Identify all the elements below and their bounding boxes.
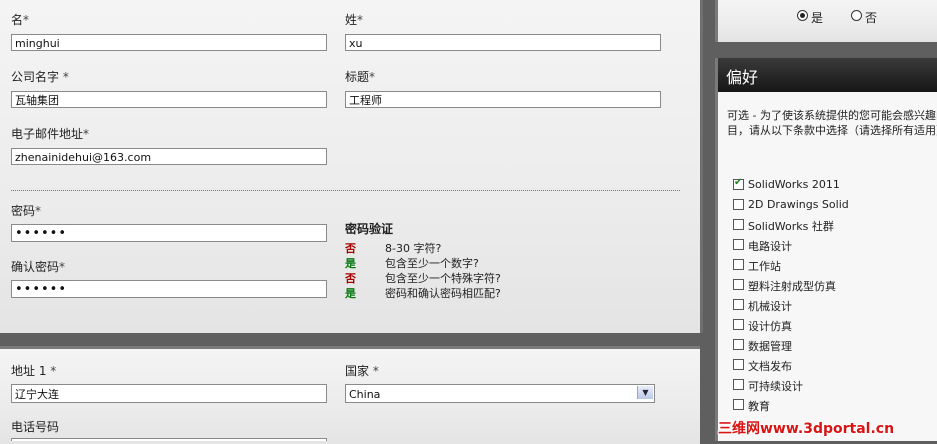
- preference-option-label: 教育: [748, 400, 770, 413]
- radio-panel: [715, 0, 937, 42]
- company-label: 公司名字 *: [11, 70, 69, 84]
- preference-option-label: 设计仿真: [748, 320, 792, 333]
- checkbox[interactable]: [733, 279, 744, 290]
- email-label: 电子邮件地址*: [11, 127, 90, 141]
- checkbox[interactable]: [733, 359, 744, 370]
- password-rule-length: 否 8-30 字符?: [345, 242, 442, 255]
- radio-yes-label: 是: [811, 11, 824, 25]
- password-rule-match: 是密码和确认密码相匹配?: [345, 287, 501, 300]
- last-name-input[interactable]: xu: [345, 34, 661, 51]
- checkbox[interactable]: [733, 379, 744, 390]
- country-select[interactable]: China ▼: [345, 384, 655, 403]
- preference-option-label: 电路设计: [748, 240, 792, 253]
- email-input[interactable]: zhenainidehui@163.com: [11, 148, 327, 165]
- preference-option-label: 机械设计: [748, 300, 792, 313]
- rule-status: 是: [345, 287, 356, 300]
- preference-option-label: 工作站: [748, 260, 781, 273]
- preference-option-label: 数据管理: [748, 340, 792, 353]
- phone-label: 电话号码: [11, 420, 60, 434]
- job-title-label: 标题*: [345, 70, 376, 84]
- preferences-header: 偏好: [715, 58, 937, 92]
- company-input[interactable]: 瓦轴集团: [11, 91, 327, 108]
- preference-option-label: 可持续设计: [748, 380, 803, 393]
- checkbox[interactable]: [733, 259, 744, 270]
- radio-yes[interactable]: [797, 10, 808, 21]
- preference-option-label: SolidWorks 2011: [748, 178, 840, 191]
- country-label: 国家 *: [345, 364, 379, 378]
- preferences-title: 偏好: [726, 68, 759, 87]
- job-title-input[interactable]: 工程师: [345, 91, 661, 108]
- watermark: 三维网www.3dportal.cn: [718, 421, 895, 437]
- password-rule-digit: 是包含至少一个数字?: [345, 257, 479, 270]
- preference-option-label: 文档发布: [748, 360, 792, 373]
- checkbox[interactable]: [733, 299, 744, 310]
- checkbox[interactable]: [733, 399, 744, 410]
- country-select-value: China: [349, 388, 381, 401]
- first-name-label: 名*: [11, 13, 30, 27]
- checkbox-checked[interactable]: [733, 177, 744, 190]
- password-label: 密码*: [11, 204, 42, 218]
- rule-status: 否: [345, 272, 356, 285]
- checkbox[interactable]: [733, 319, 744, 330]
- checkbox[interactable]: [733, 339, 744, 350]
- checkbox[interactable]: [733, 199, 744, 210]
- preference-option-label: 塑料注射成型仿真: [748, 280, 836, 293]
- address1-input[interactable]: 辽宁大连: [11, 384, 327, 403]
- last-name-label: 姓*: [345, 13, 364, 27]
- rule-status: 是: [345, 257, 356, 270]
- section-divider: [11, 190, 680, 191]
- password-rule-special: 否包含至少一个特殊字符?: [345, 272, 501, 285]
- password-verify-title: 密码验证: [345, 222, 394, 236]
- address1-label: 地址 1 *: [11, 364, 57, 378]
- radio-no[interactable]: [851, 10, 862, 21]
- preferences-description: 可选 - 为了使该系统提供的您可能会感兴趣的项目，请从以下条款中选择（请选择所有…: [727, 109, 937, 137]
- checkbox[interactable]: [733, 239, 744, 250]
- first-name-input[interactable]: minghui: [11, 34, 327, 51]
- checkbox[interactable]: [733, 219, 744, 230]
- radio-no-label: 否: [865, 11, 878, 25]
- password-input[interactable]: ••••••: [11, 224, 327, 242]
- rule-status: 否: [345, 242, 356, 255]
- preference-option-label: SolidWorks 社群: [748, 220, 834, 233]
- chevron-down-icon[interactable]: ▼: [637, 386, 653, 399]
- confirm-password-label: 确认密码*: [11, 260, 66, 274]
- preference-option-label: 2D Drawings Solid: [748, 198, 849, 211]
- confirm-password-input[interactable]: ••••••: [11, 280, 327, 298]
